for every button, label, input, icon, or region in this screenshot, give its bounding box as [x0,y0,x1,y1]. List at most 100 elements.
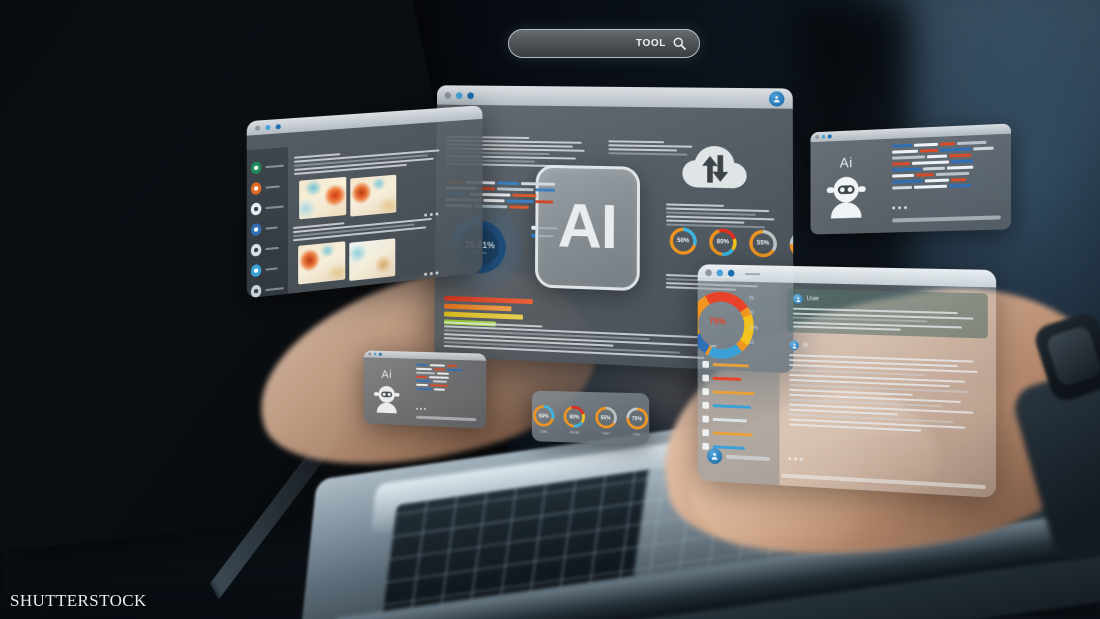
donut-75: 75% [788,229,794,261]
traffic-light-lightblue[interactable] [373,352,377,356]
legend-swatch [702,401,709,409]
left-window-content [246,119,483,299]
chat-ai-text [789,354,986,435]
donut-50-value: 50% [677,237,690,245]
chat-message-ai: Ai [787,338,988,437]
traffic-light-lightblue[interactable] [821,134,825,139]
donut-50: 50% [668,226,698,257]
chat-message-author: Ai [802,342,808,349]
ai-assistant-card-right[interactable]: Ai [810,123,1012,235]
bar-1 [444,295,533,305]
tools-icon[interactable] [250,243,262,257]
data-explorer-window[interactable] [246,105,483,299]
traffic-light-blue[interactable] [275,123,281,130]
donut-80-value: 80% [716,239,730,246]
ai-card-label: Ai [839,154,853,171]
kpi-floating-card[interactable]: 50% Data 80% Model 55% Train 75% Infer [531,390,650,445]
ai-robot-pane: Ai [810,139,882,234]
kpi-donut-50-value: 50% [538,413,549,420]
data-icon[interactable] [250,222,262,237]
legend-swatch [702,428,709,436]
chat-donut-value: 75% [708,316,726,327]
traffic-light-blue[interactable] [827,134,832,139]
traffic-light-gray[interactable] [705,269,712,277]
bar-3 [444,311,524,320]
ai-small-robot-pane: Ai [363,357,410,425]
kpi-donut-55-value: 55% [600,414,611,422]
kpi-donut-row: 50% 80% 55% 75% [668,226,794,261]
chat-message-header: User [793,293,982,309]
heatmap-thumbnail-4[interactable] [349,238,396,282]
kpi-donut-80-caption: Model [569,430,580,435]
ai-card-code-block [892,140,1003,190]
kpi-donut-55-caption: Train [601,431,610,436]
pagination-dots-2[interactable] [424,271,439,276]
shutterstock-watermark: SHUTTERSTOCK [10,591,147,610]
chat-chart-axis: 25 20 20% 15 [749,296,759,346]
kpi-donut-55: 55% Train [593,405,617,436]
kpi-donut-80-value: 80% [569,413,580,421]
traffic-light-gray[interactable] [444,91,452,99]
search-bar[interactable]: TOOL [508,29,700,58]
search-icon[interactable] [672,36,687,51]
donut-55: 55% [748,228,779,260]
traffic-light-gray[interactable] [255,124,261,131]
ai-card-dots[interactable] [892,206,908,210]
ai-assistant-card-small[interactable]: Ai [363,350,487,429]
heatmap-thumbnail-3[interactable] [298,241,346,285]
kpi-donut-80: 80% Model [563,404,587,430]
left-text-block-1 [294,145,445,176]
traffic-light-blue[interactable] [378,353,382,356]
robot-icon [373,385,400,413]
heatmap-thumbnail-2[interactable] [350,174,397,217]
traffic-light-lightblue[interactable] [455,91,463,99]
traffic-light-lightblue[interactable] [716,269,724,277]
alerts-icon[interactable] [250,181,262,196]
chat-user-text [793,307,982,334]
donut-55-value: 55% [756,240,770,247]
user-avatar-icon [793,293,803,304]
chat-sidebar: 75% 25 20 20% 15 [697,281,780,486]
screenshot-stage: TOOL AI 50% 80% 55% Ai Ai 75% 25 20 20% … [0,0,1100,619]
send-avatar-icon[interactable] [707,447,723,465]
kpi-donut-75: 75% Infer [625,406,649,437]
documents-icon[interactable] [250,202,262,216]
user-avatar-icon[interactable] [768,90,785,107]
legend-swatch [702,414,709,423]
ai-small-dots[interactable] [416,407,426,411]
dashboard-icon[interactable] [250,161,262,175]
axis-label-3: 15 [748,339,755,346]
ai-small-input[interactable] [416,415,477,422]
chat-legend [698,357,780,457]
analytics-icon[interactable] [250,263,262,278]
traffic-light-blue[interactable] [467,91,474,99]
axis-label-1: 20 [748,310,755,317]
axis-label-0: 25 [748,295,755,302]
legend-swatch [702,442,709,450]
ai-chat-window[interactable]: 75% 25 20 20% 15 User Ai [697,264,997,498]
traffic-light-gray[interactable] [815,135,819,139]
donut-75-value: 75% [788,229,794,261]
kpi-donut-75-caption: Infer [633,432,641,437]
left-window-sidebar[interactable] [246,147,288,299]
search-label: TOOL [636,38,666,49]
robot-icon [826,176,866,219]
axis-label-2: 20% [748,325,759,332]
pie-legend [531,225,560,239]
bot-avatar-icon [789,340,799,351]
traffic-light-blue[interactable] [727,269,735,277]
main-text-block-right [666,203,779,229]
kpi-donut-50-caption: Data [540,429,548,434]
ai-small-label: Ai [381,368,392,381]
kpi-donut-50: 50% Data [532,403,556,434]
ai-small-code-block [416,363,478,392]
kpi-donut-75-value: 75% [631,415,642,422]
chat-message-author: User [806,296,820,303]
traffic-light-lightblue[interactable] [265,124,271,130]
settings-icon[interactable] [250,284,262,298]
bar-2 [444,303,512,312]
heatmap-thumbnail-1[interactable] [299,176,347,220]
legend-swatch [702,373,709,382]
ai-card-input[interactable] [892,215,1001,223]
traffic-light-gray[interactable] [368,352,371,356]
